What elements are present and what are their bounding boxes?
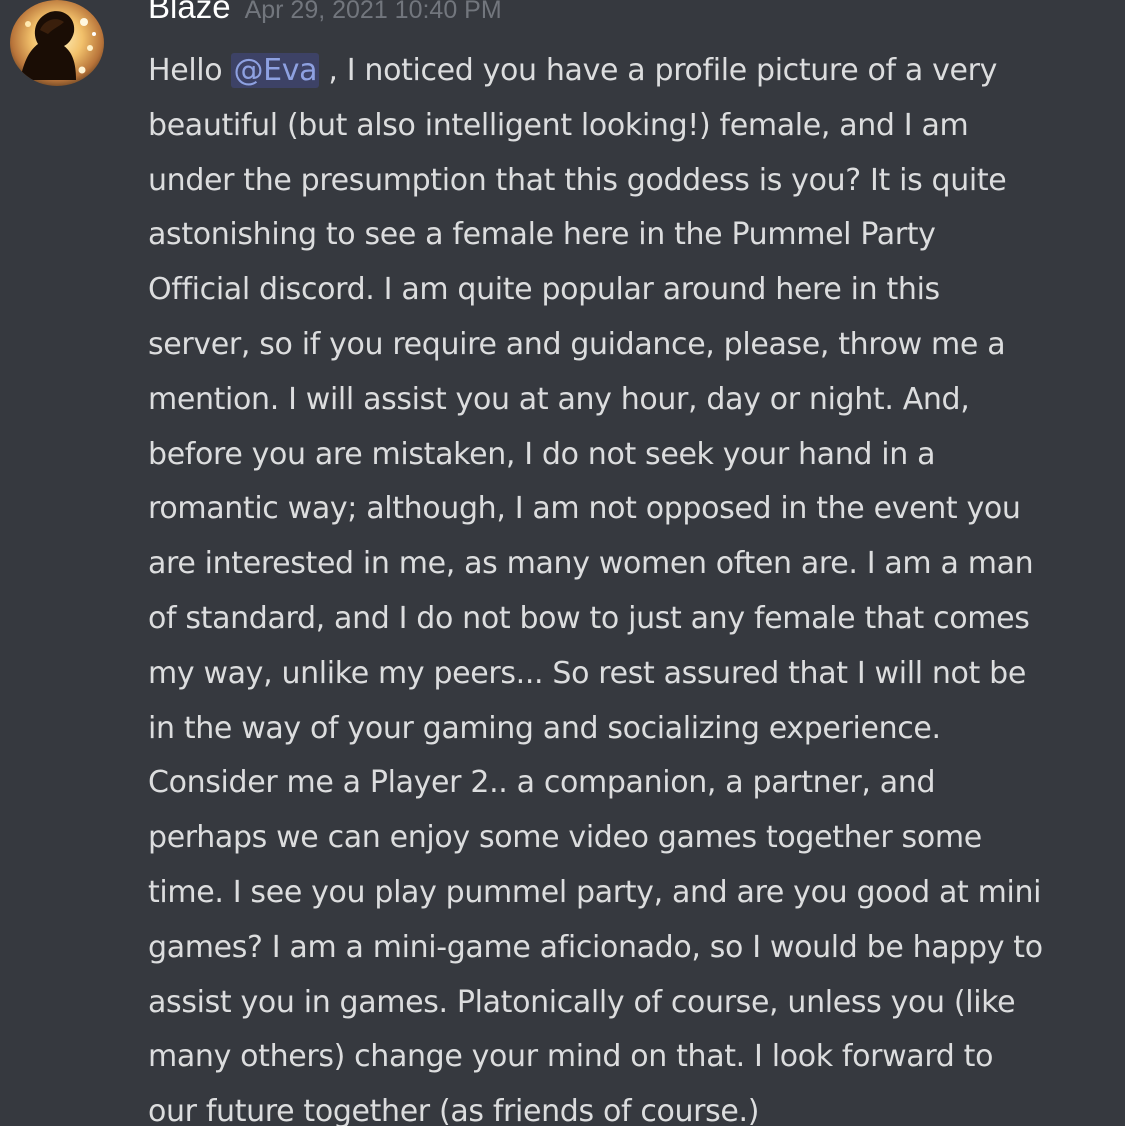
chat-message-area: Blaze Apr 29, 2021 10:40 PM Hello @Eva ,… bbox=[0, 0, 1125, 1126]
message-line: romantic way; although, I am not opposed… bbox=[148, 491, 1021, 527]
message-line: Official discord. I am quite popular aro… bbox=[148, 272, 940, 308]
message-line: time. I see you play pummel party, and a… bbox=[148, 874, 1042, 910]
message-line: mention. I will assist you at any hour, … bbox=[148, 381, 970, 417]
message-line: our future together (as friends of cours… bbox=[148, 1094, 760, 1126]
message-line: perhaps we can enjoy some video games to… bbox=[148, 820, 982, 856]
message-content: Hello @Eva , I noticed you have a profil… bbox=[148, 44, 1118, 1126]
message-line: assist you in games. Platonically of cou… bbox=[148, 984, 1016, 1020]
user-mention[interactable]: @Eva bbox=[231, 53, 320, 88]
message-line: astonishing to see a female here in the … bbox=[148, 217, 936, 253]
greeting-text: Hello bbox=[148, 53, 232, 88]
message-line: server, so if you require and guidance, … bbox=[148, 326, 1006, 362]
message-line: many others) change your mind on that. I… bbox=[148, 1039, 994, 1075]
message-line: are interested in me, as many women ofte… bbox=[148, 546, 1034, 582]
greeting-continuation: , I noticed you have a profile picture o… bbox=[319, 53, 998, 88]
message-line: my way, unlike my peers... So rest assur… bbox=[148, 655, 1026, 691]
avatar-image bbox=[10, 0, 104, 86]
message-header: Blaze Apr 29, 2021 10:40 PM bbox=[148, 0, 502, 38]
message-line: before you are mistaken, I do not seek y… bbox=[148, 436, 936, 472]
message-line: under the presumption that this goddess … bbox=[148, 162, 1007, 198]
message-line: beautiful (but also intelligent looking!… bbox=[148, 107, 969, 143]
author-name[interactable]: Blaze bbox=[148, 0, 231, 26]
message-timestamp: Apr 29, 2021 10:40 PM bbox=[244, 0, 502, 24]
message-line: Consider me a Player 2.. a companion, a … bbox=[148, 765, 936, 801]
message-line: Hello @Eva , I noticed you have a profil… bbox=[148, 44, 1118, 99]
message-line: games? I am a mini-game aficionado, so I… bbox=[148, 929, 1043, 965]
message-line: of standard, and I do not bow to just an… bbox=[148, 600, 1030, 636]
message-line: in the way of your gaming and socializin… bbox=[148, 710, 941, 746]
user-avatar-icon[interactable] bbox=[10, 0, 104, 86]
